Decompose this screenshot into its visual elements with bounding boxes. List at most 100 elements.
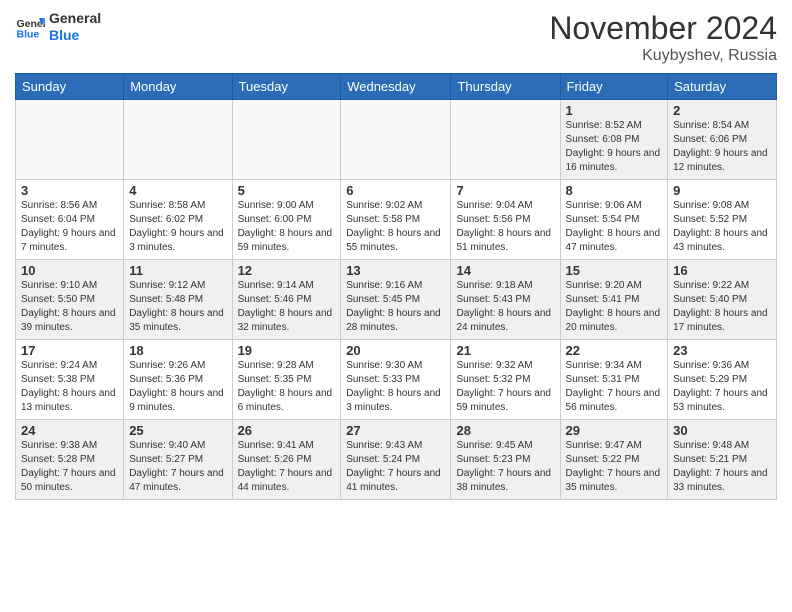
day-info: Sunrise: 9:24 AM Sunset: 5:38 PM Dayligh…: [21, 359, 118, 415]
calendar-cell: [124, 100, 232, 180]
day-number: 2: [673, 103, 771, 118]
calendar-cell: 9Sunrise: 9:08 AM Sunset: 5:52 PM Daylig…: [668, 180, 777, 260]
day-info: Sunrise: 9:00 AM Sunset: 6:00 PM Dayligh…: [238, 199, 336, 255]
logo-blue: Blue: [49, 27, 101, 44]
calendar-cell: 1Sunrise: 8:52 AM Sunset: 6:08 PM Daylig…: [560, 100, 668, 180]
calendar-week-5: 24Sunrise: 9:38 AM Sunset: 5:28 PM Dayli…: [16, 420, 777, 500]
day-info: Sunrise: 8:58 AM Sunset: 6:02 PM Dayligh…: [129, 199, 226, 255]
calendar-cell: 18Sunrise: 9:26 AM Sunset: 5:36 PM Dayli…: [124, 340, 232, 420]
day-number: 28: [456, 423, 554, 438]
day-number: 8: [566, 183, 663, 198]
day-info: Sunrise: 9:32 AM Sunset: 5:32 PM Dayligh…: [456, 359, 554, 415]
day-info: Sunrise: 9:43 AM Sunset: 5:24 PM Dayligh…: [346, 439, 445, 495]
day-number: 30: [673, 423, 771, 438]
calendar-cell: 10Sunrise: 9:10 AM Sunset: 5:50 PM Dayli…: [16, 260, 124, 340]
day-number: 13: [346, 263, 445, 278]
day-info: Sunrise: 9:18 AM Sunset: 5:43 PM Dayligh…: [456, 279, 554, 335]
day-number: 25: [129, 423, 226, 438]
logo-general: General: [49, 10, 101, 27]
day-number: 16: [673, 263, 771, 278]
calendar-week-3: 10Sunrise: 9:10 AM Sunset: 5:50 PM Dayli…: [16, 260, 777, 340]
day-number: 12: [238, 263, 336, 278]
day-number: 1: [566, 103, 663, 118]
day-info: Sunrise: 9:38 AM Sunset: 5:28 PM Dayligh…: [21, 439, 118, 495]
day-number: 27: [346, 423, 445, 438]
day-info: Sunrise: 9:04 AM Sunset: 5:56 PM Dayligh…: [456, 199, 554, 255]
day-number: 7: [456, 183, 554, 198]
day-number: 18: [129, 343, 226, 358]
col-tuesday: Tuesday: [232, 74, 341, 100]
day-info: Sunrise: 9:16 AM Sunset: 5:45 PM Dayligh…: [346, 279, 445, 335]
calendar-cell: 30Sunrise: 9:48 AM Sunset: 5:21 PM Dayli…: [668, 420, 777, 500]
calendar-cell: [451, 100, 560, 180]
calendar-cell: 20Sunrise: 9:30 AM Sunset: 5:33 PM Dayli…: [341, 340, 451, 420]
calendar-table: Sunday Monday Tuesday Wednesday Thursday…: [15, 73, 777, 500]
header: General Blue General Blue November 2024 …: [15, 10, 777, 65]
calendar-cell: 27Sunrise: 9:43 AM Sunset: 5:24 PM Dayli…: [341, 420, 451, 500]
calendar-header-row: Sunday Monday Tuesday Wednesday Thursday…: [16, 74, 777, 100]
calendar-cell: 22Sunrise: 9:34 AM Sunset: 5:31 PM Dayli…: [560, 340, 668, 420]
calendar-cell: [16, 100, 124, 180]
calendar-cell: 2Sunrise: 8:54 AM Sunset: 6:06 PM Daylig…: [668, 100, 777, 180]
col-thursday: Thursday: [451, 74, 560, 100]
page-container: General Blue General Blue November 2024 …: [0, 0, 792, 510]
svg-text:Blue: Blue: [17, 28, 40, 40]
day-info: Sunrise: 9:06 AM Sunset: 5:54 PM Dayligh…: [566, 199, 663, 255]
day-number: 5: [238, 183, 336, 198]
logo: General Blue General Blue: [15, 10, 101, 44]
day-info: Sunrise: 9:41 AM Sunset: 5:26 PM Dayligh…: [238, 439, 336, 495]
day-info: Sunrise: 9:47 AM Sunset: 5:22 PM Dayligh…: [566, 439, 663, 495]
calendar-cell: [341, 100, 451, 180]
calendar-cell: 28Sunrise: 9:45 AM Sunset: 5:23 PM Dayli…: [451, 420, 560, 500]
calendar-cell: 14Sunrise: 9:18 AM Sunset: 5:43 PM Dayli…: [451, 260, 560, 340]
calendar-cell: 13Sunrise: 9:16 AM Sunset: 5:45 PM Dayli…: [341, 260, 451, 340]
calendar-cell: 4Sunrise: 8:58 AM Sunset: 6:02 PM Daylig…: [124, 180, 232, 260]
day-info: Sunrise: 9:02 AM Sunset: 5:58 PM Dayligh…: [346, 199, 445, 255]
calendar-cell: 3Sunrise: 8:56 AM Sunset: 6:04 PM Daylig…: [16, 180, 124, 260]
logo-icon: General Blue: [15, 12, 45, 42]
day-number: 11: [129, 263, 226, 278]
day-info: Sunrise: 8:52 AM Sunset: 6:08 PM Dayligh…: [566, 119, 663, 175]
day-info: Sunrise: 8:56 AM Sunset: 6:04 PM Dayligh…: [21, 199, 118, 255]
day-number: 10: [21, 263, 118, 278]
day-number: 14: [456, 263, 554, 278]
month-title: November 2024: [549, 10, 777, 47]
col-saturday: Saturday: [668, 74, 777, 100]
day-info: Sunrise: 9:48 AM Sunset: 5:21 PM Dayligh…: [673, 439, 771, 495]
day-info: Sunrise: 9:14 AM Sunset: 5:46 PM Dayligh…: [238, 279, 336, 335]
day-info: Sunrise: 9:22 AM Sunset: 5:40 PM Dayligh…: [673, 279, 771, 335]
calendar-cell: 21Sunrise: 9:32 AM Sunset: 5:32 PM Dayli…: [451, 340, 560, 420]
day-number: 23: [673, 343, 771, 358]
calendar-cell: 25Sunrise: 9:40 AM Sunset: 5:27 PM Dayli…: [124, 420, 232, 500]
col-wednesday: Wednesday: [341, 74, 451, 100]
day-number: 24: [21, 423, 118, 438]
calendar-week-2: 3Sunrise: 8:56 AM Sunset: 6:04 PM Daylig…: [16, 180, 777, 260]
day-number: 21: [456, 343, 554, 358]
calendar-week-4: 17Sunrise: 9:24 AM Sunset: 5:38 PM Dayli…: [16, 340, 777, 420]
location: Kuybyshev, Russia: [549, 47, 777, 65]
day-info: Sunrise: 9:30 AM Sunset: 5:33 PM Dayligh…: [346, 359, 445, 415]
day-number: 17: [21, 343, 118, 358]
day-number: 9: [673, 183, 771, 198]
calendar-cell: 8Sunrise: 9:06 AM Sunset: 5:54 PM Daylig…: [560, 180, 668, 260]
day-number: 20: [346, 343, 445, 358]
day-number: 29: [566, 423, 663, 438]
calendar-cell: [232, 100, 341, 180]
calendar-cell: 26Sunrise: 9:41 AM Sunset: 5:26 PM Dayli…: [232, 420, 341, 500]
day-info: Sunrise: 9:34 AM Sunset: 5:31 PM Dayligh…: [566, 359, 663, 415]
calendar-cell: 5Sunrise: 9:00 AM Sunset: 6:00 PM Daylig…: [232, 180, 341, 260]
calendar-cell: 6Sunrise: 9:02 AM Sunset: 5:58 PM Daylig…: [341, 180, 451, 260]
calendar-cell: 16Sunrise: 9:22 AM Sunset: 5:40 PM Dayli…: [668, 260, 777, 340]
day-info: Sunrise: 9:40 AM Sunset: 5:27 PM Dayligh…: [129, 439, 226, 495]
day-info: Sunrise: 9:28 AM Sunset: 5:35 PM Dayligh…: [238, 359, 336, 415]
col-monday: Monday: [124, 74, 232, 100]
day-info: Sunrise: 9:10 AM Sunset: 5:50 PM Dayligh…: [21, 279, 118, 335]
day-number: 4: [129, 183, 226, 198]
calendar-cell: 17Sunrise: 9:24 AM Sunset: 5:38 PM Dayli…: [16, 340, 124, 420]
day-info: Sunrise: 9:36 AM Sunset: 5:29 PM Dayligh…: [673, 359, 771, 415]
day-info: Sunrise: 9:12 AM Sunset: 5:48 PM Dayligh…: [129, 279, 226, 335]
day-number: 19: [238, 343, 336, 358]
day-number: 26: [238, 423, 336, 438]
day-info: Sunrise: 8:54 AM Sunset: 6:06 PM Dayligh…: [673, 119, 771, 175]
day-number: 22: [566, 343, 663, 358]
